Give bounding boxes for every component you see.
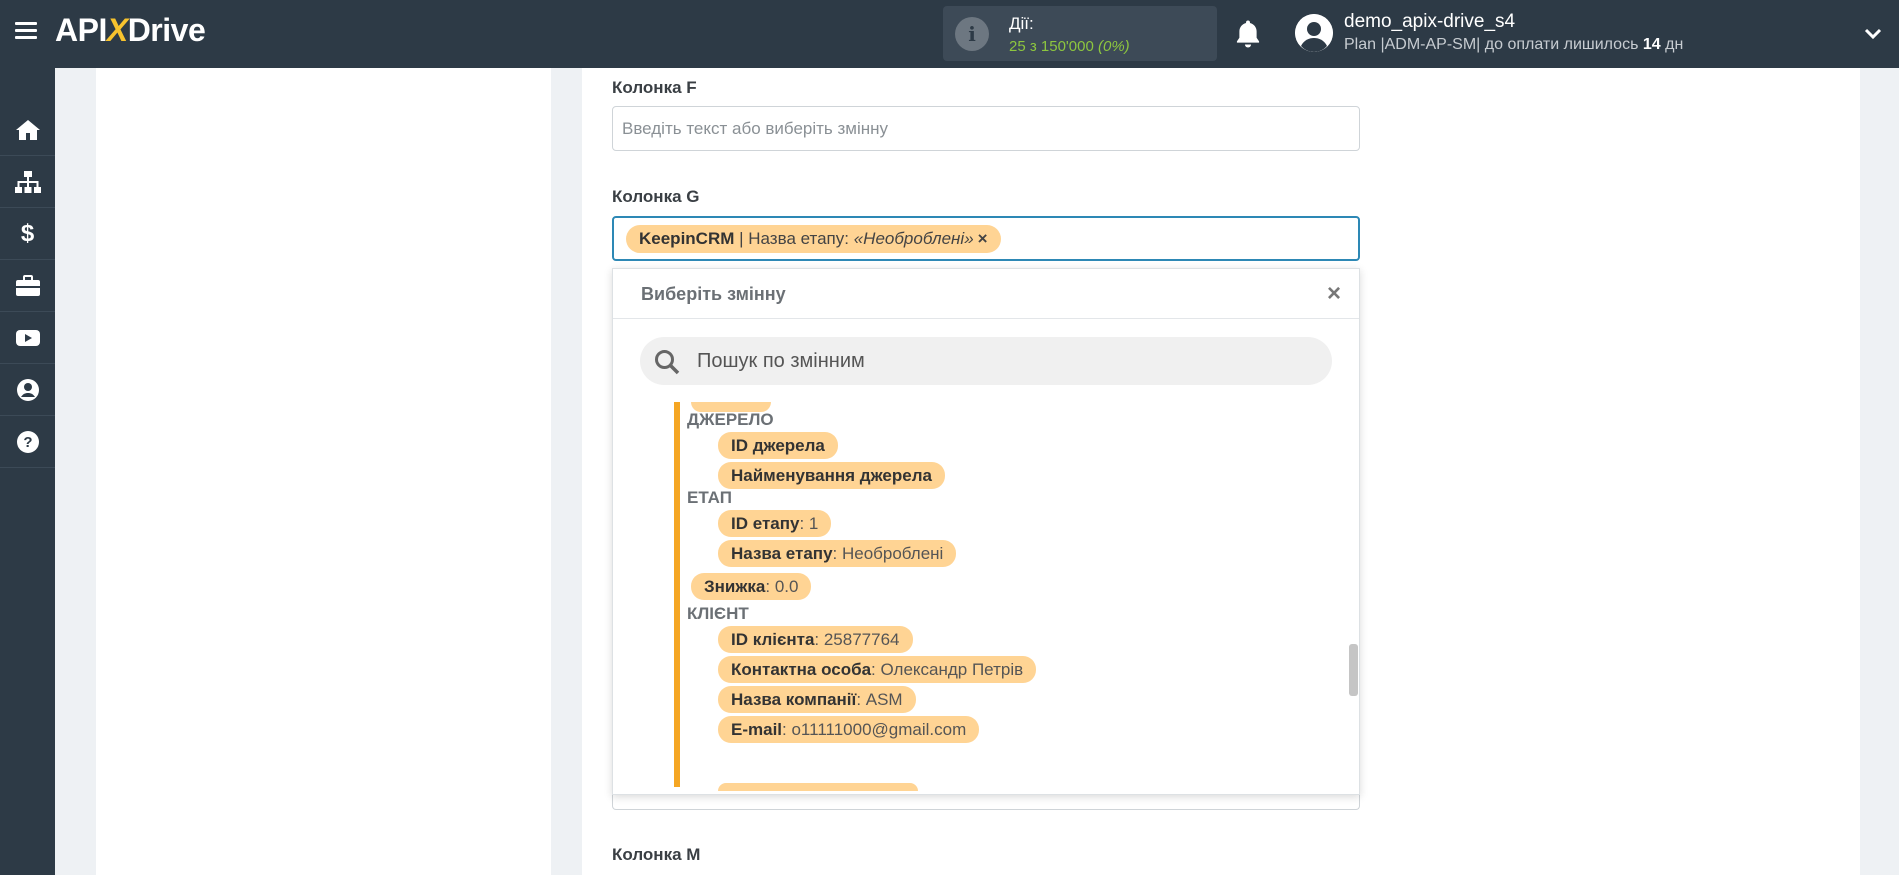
variable-client-id[interactable]: ID клієнта: 25877764 bbox=[718, 626, 913, 653]
scrollbar-thumb[interactable] bbox=[1349, 644, 1358, 696]
group-source: ДЖЕРЕЛО bbox=[687, 410, 774, 429]
chevron-down-icon[interactable] bbox=[1863, 24, 1883, 44]
plan-info: Plan |ADM-AP-SM| до оплати лишилось 14 д… bbox=[1344, 36, 1684, 53]
column-g-input[interactable]: KeepinCRM | Назва етапу: «Необроблені» × bbox=[612, 216, 1360, 261]
variable-list: ДЖЕРЕЛО ID джерела Найменування джерела … bbox=[613, 402, 1359, 792]
variable-stage-id[interactable]: ID етапу: 1 bbox=[718, 510, 832, 537]
column-f-label: Колонка F bbox=[612, 78, 697, 97]
logo[interactable]: APIXDrive bbox=[55, 12, 206, 49]
user-avatar-icon bbox=[1295, 14, 1333, 52]
group-client: КЛІЄНТ bbox=[687, 604, 749, 623]
variable-search-input[interactable]: Пошук по змінним bbox=[640, 337, 1332, 385]
sitemap-icon bbox=[14, 170, 41, 193]
sidebar-item-briefcase[interactable] bbox=[0, 260, 55, 312]
menu-icon[interactable] bbox=[15, 22, 37, 40]
variable-contact-person[interactable]: Контактна особа: Олександр Петрів bbox=[718, 656, 1037, 683]
sidebar-item-home[interactable] bbox=[0, 104, 55, 156]
variable-company-name[interactable]: Назва компанії: ASM bbox=[718, 686, 916, 713]
variable-source-name[interactable]: Найменування джерела bbox=[718, 462, 945, 489]
sidebar: $ ? bbox=[0, 68, 55, 875]
search-placeholder: Пошук по змінним bbox=[697, 350, 865, 372]
left-panel bbox=[96, 68, 551, 875]
youtube-icon bbox=[15, 329, 40, 346]
info-icon: i bbox=[955, 17, 989, 51]
variable-stage-name[interactable]: Назва етапу: Необроблені bbox=[718, 540, 957, 567]
bell-icon[interactable] bbox=[1233, 18, 1263, 50]
sidebar-item-help[interactable]: ? bbox=[0, 416, 55, 468]
top-bar: APIXDrive i Дії: 25 з 150'000 (0%) demo_… bbox=[0, 0, 1899, 68]
selected-variable-chip: KeepinCRM | Назва етапу: «Необроблені» × bbox=[626, 225, 1001, 253]
home-icon bbox=[15, 119, 40, 140]
sidebar-item-connections[interactable] bbox=[0, 156, 55, 208]
dropdown-title: Виберіть змінну bbox=[641, 284, 786, 304]
group-accent-bar bbox=[674, 402, 680, 787]
user-icon bbox=[16, 378, 39, 401]
variable-dropdown: Виберіть змінну × Пошук по змінним ДЖЕРЕ… bbox=[612, 268, 1360, 795]
search-icon bbox=[655, 350, 680, 375]
close-icon[interactable]: × bbox=[1327, 280, 1341, 308]
actions-count: 25 з 150'000 (0%) bbox=[1009, 38, 1130, 55]
column-g-label: Колонка G bbox=[612, 187, 700, 206]
briefcase-icon bbox=[15, 274, 40, 296]
dollar-icon: $ bbox=[20, 219, 35, 247]
variable-discount[interactable]: Знижка: 0.0 bbox=[691, 573, 812, 600]
variable-source-id[interactable]: ID джерела bbox=[718, 432, 838, 459]
svg-text:?: ? bbox=[23, 434, 32, 451]
username[interactable]: demo_apix-drive_s4 bbox=[1344, 11, 1515, 33]
scrollbar[interactable] bbox=[1348, 402, 1358, 792]
actions-label: Дії: bbox=[1009, 14, 1034, 33]
variable-email[interactable]: E-mail: o11111000@gmail.com bbox=[718, 716, 980, 743]
dropdown-header: Виберіть змінну × bbox=[613, 269, 1359, 319]
partial-chip-bottom bbox=[718, 783, 918, 791]
remove-chip-icon[interactable]: × bbox=[978, 229, 988, 248]
column-f-input[interactable]: Введіть текст або виберіть змінну bbox=[612, 106, 1360, 151]
actions-counter: i Дії: 25 з 150'000 (0%) bbox=[943, 6, 1217, 61]
group-stage: ЕТАП bbox=[687, 488, 732, 507]
sidebar-item-profile[interactable] bbox=[0, 364, 55, 416]
avatar[interactable] bbox=[1295, 14, 1333, 52]
column-m-label: Колонка M bbox=[612, 845, 701, 864]
help-icon: ? bbox=[16, 430, 39, 453]
sidebar-item-video[interactable] bbox=[0, 312, 55, 364]
sidebar-item-billing[interactable]: $ bbox=[0, 208, 55, 260]
